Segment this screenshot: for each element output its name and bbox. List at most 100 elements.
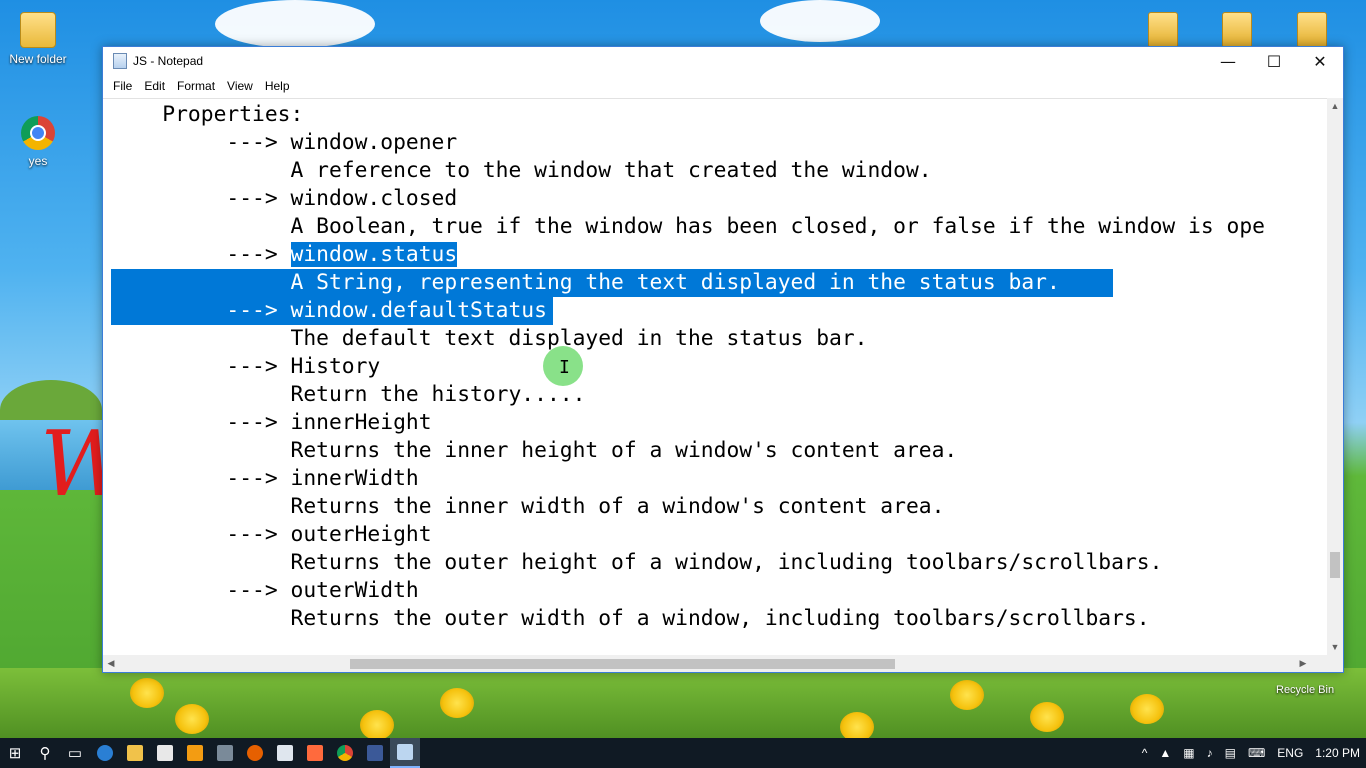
taskbar: ⊞ ⚲ ▭ ^ ▲ ▦ ♪ ▤ ⌨ ENG 1:20 PM: [0, 738, 1366, 768]
chrome-icon[interactable]: [330, 738, 360, 768]
window-title: JS - Notepad: [133, 54, 204, 68]
menu-format[interactable]: Format: [171, 79, 221, 93]
text-line[interactable]: ---> outerWidth: [111, 577, 1265, 605]
line-text: Properties:: [111, 102, 304, 127]
scroll-up-icon[interactable]: ▲: [1327, 98, 1343, 114]
horizontal-scrollbar[interactable]: ◀ ▶: [103, 655, 1327, 672]
language-indicator[interactable]: ENG: [1271, 746, 1309, 760]
scrollbar-corner: [1327, 655, 1343, 672]
vertical-scrollbar[interactable]: ▲ ▼: [1327, 98, 1343, 655]
recycle-bin-label[interactable]: Recycle Bin: [1276, 684, 1334, 696]
line-text: ---> innerHeight: [111, 410, 432, 435]
line-text: Returns the outer width of a window, inc…: [111, 606, 1150, 631]
scroll-down-icon[interactable]: ▼: [1327, 639, 1343, 655]
line-text: ---> History: [111, 354, 381, 379]
desktop-folder-icon[interactable]: [1297, 12, 1327, 48]
folder-icon: [20, 12, 56, 48]
search-icon[interactable]: ⚲: [30, 738, 60, 768]
text-line[interactable]: ---> innerWidth: [111, 465, 1265, 493]
close-button[interactable]: ✕: [1297, 47, 1343, 75]
action-center-icon[interactable]: ▤: [1219, 746, 1242, 760]
task-view-icon[interactable]: ▭: [60, 738, 90, 768]
minimize-button[interactable]: —: [1205, 47, 1251, 75]
desktop-file-icon[interactable]: [1148, 12, 1178, 48]
text-line[interactable]: Returns the outer height of a window, in…: [111, 549, 1265, 577]
text-line[interactable]: ---> innerHeight: [111, 409, 1265, 437]
text-line[interactable]: Return the history.....: [111, 381, 1265, 409]
menu-help[interactable]: Help: [259, 79, 296, 93]
line-text: Returns the inner height of a window's c…: [111, 438, 958, 463]
menu-file[interactable]: File: [107, 79, 138, 93]
wallpaper-red-letter: W: [40, 412, 133, 517]
start-icon[interactable]: ⊞: [0, 738, 30, 768]
flower: [130, 678, 164, 708]
text-line[interactable]: ---> History: [111, 353, 1265, 381]
notepad-window: JS - Notepad — ☐ ✕ File Edit Format View…: [102, 46, 1344, 673]
scroll-right-icon[interactable]: ▶: [1295, 655, 1311, 672]
facebook-icon[interactable]: [360, 738, 390, 768]
vlc-icon[interactable]: ▲: [1153, 746, 1177, 760]
cloud: [215, 0, 375, 48]
media-player-icon[interactable]: [180, 738, 210, 768]
scroll-left-icon[interactable]: ◀: [103, 655, 119, 672]
show-hidden-icons-icon[interactable]: ^: [1136, 746, 1154, 760]
notepad-icon: [113, 53, 127, 69]
notepad-icon[interactable]: [390, 738, 420, 768]
outlook-icon[interactable]: [270, 738, 300, 768]
text-line[interactable]: ---> window.status: [111, 241, 1265, 269]
text-line[interactable]: ---> outerHeight: [111, 521, 1265, 549]
firefox-icon[interactable]: [240, 738, 270, 768]
calculator-icon[interactable]: [210, 738, 240, 768]
title-bar[interactable]: JS - Notepad — ☐ ✕: [103, 47, 1343, 75]
edge-icon[interactable]: [90, 738, 120, 768]
menu-edit[interactable]: Edit: [138, 79, 171, 93]
line-text: ---> outerHeight: [111, 522, 432, 547]
line-text: ---> window.closed: [111, 186, 458, 211]
volume-icon[interactable]: ♪: [1201, 746, 1219, 760]
line-text: --->: [111, 242, 291, 267]
text-line[interactable]: ---> window.opener: [111, 129, 1265, 157]
text-line[interactable]: The default text displayed in the status…: [111, 325, 1265, 353]
line-text: The default text displayed in the status…: [111, 326, 868, 351]
maximize-button[interactable]: ☐: [1251, 47, 1297, 75]
paint-icon[interactable]: [300, 738, 330, 768]
horizontal-scroll-thumb[interactable]: [350, 659, 895, 669]
menu-view[interactable]: View: [221, 79, 259, 93]
text-line[interactable]: A Boolean, true if the window has been c…: [111, 213, 1265, 241]
network-icon[interactable]: ▦: [1177, 746, 1200, 760]
selected-text: A String, representing the text displaye…: [111, 270, 1060, 295]
text-line[interactable]: Returns the inner width of a window's co…: [111, 493, 1265, 521]
text-line[interactable]: ---> window.defaultStatus: [111, 297, 1265, 325]
line-text: Returns the outer height of a window, in…: [111, 550, 1163, 575]
text-editor[interactable]: Properties: ---> window.opener A referen…: [103, 98, 1327, 656]
selected-text: window.status: [290, 242, 458, 267]
text-line[interactable]: A String, representing the text displaye…: [111, 269, 1265, 297]
line-text: Returns the inner width of a window's co…: [111, 494, 945, 519]
flower: [1130, 694, 1164, 724]
desktop-icon-new-folder[interactable]: New folder: [3, 12, 73, 66]
desktop-icon-label: New folder: [9, 52, 67, 66]
document-text[interactable]: Properties: ---> window.opener A referen…: [111, 101, 1265, 633]
desktop-icon-yes[interactable]: yes: [3, 116, 73, 168]
text-line[interactable]: Properties:: [111, 101, 1265, 129]
text-cursor-icon: I: [559, 357, 570, 378]
text-line[interactable]: Returns the inner height of a window's c…: [111, 437, 1265, 465]
menu-bar: File Edit Format View Help: [103, 75, 1343, 97]
keyboard-icon[interactable]: ⌨: [1242, 746, 1271, 760]
file-explorer-icon[interactable]: [120, 738, 150, 768]
store-icon[interactable]: [150, 738, 180, 768]
text-line[interactable]: ---> window.closed: [111, 185, 1265, 213]
desktop-file-icon[interactable]: [1222, 12, 1252, 48]
line-text: ---> window.opener: [111, 130, 458, 155]
desktop-icon-label: yes: [28, 154, 48, 168]
text-line[interactable]: A reference to the window that created t…: [111, 157, 1265, 185]
line-text: ---> innerWidth: [111, 466, 419, 491]
system-tray: ^ ▲ ▦ ♪ ▤ ⌨ ENG 1:20 PM: [1136, 738, 1366, 768]
vertical-scroll-thumb[interactable]: [1330, 552, 1340, 578]
line-text: A reference to the window that created t…: [111, 158, 932, 183]
text-line[interactable]: Returns the outer width of a window, inc…: [111, 605, 1265, 633]
clock[interactable]: 1:20 PM: [1309, 746, 1366, 760]
line-text: Return the history.....: [111, 382, 586, 407]
chrome-icon: [21, 116, 55, 150]
desktop-flowerbed: [0, 668, 1366, 742]
